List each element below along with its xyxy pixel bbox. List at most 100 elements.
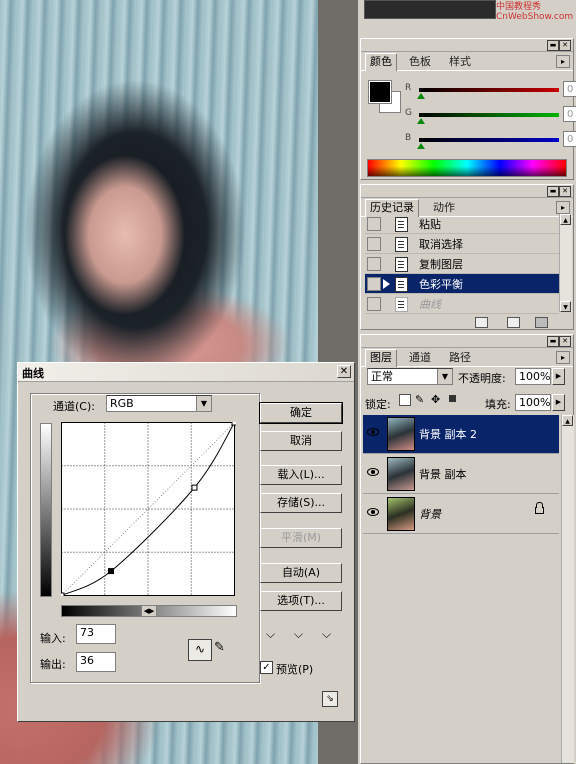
gray-eyedropper-icon[interactable]: ⌵ [294,627,308,641]
panel-menu-icon[interactable]: ▸ [556,201,570,214]
ok-button[interactable]: 确定 [259,402,343,424]
lock-move-icon[interactable]: ✥ [431,393,440,406]
layer-row[interactable]: 背景 副本 [363,455,559,494]
history-item-label: 曲线 [419,298,441,311]
close-icon[interactable]: ✕ [559,186,571,197]
lock-transparency-icon[interactable] [399,394,411,406]
layers-scrollbar[interactable]: ▲ [561,415,574,763]
chevron-down-icon[interactable]: ▼ [196,396,211,411]
input-field[interactable]: 73 [76,624,116,644]
chevron-down-icon[interactable]: ▼ [437,369,452,384]
scroll-down-icon[interactable]: ▼ [560,301,571,312]
layer-name[interactable]: 背景 副本 [419,466,467,482]
close-icon[interactable]: ✕ [559,336,571,347]
slider-red-value[interactable]: 0 [563,81,576,97]
visibility-eye-icon[interactable] [365,506,381,520]
tab-swatches[interactable]: 色板 [405,54,435,69]
color-spectrum[interactable] [367,159,567,177]
history-item-label: 色彩平衡 [419,278,463,291]
blend-mode-value: 正常 [371,370,393,383]
tab-layers[interactable]: 图层 [365,349,397,367]
close-icon[interactable]: ✕ [337,365,351,378]
layer-name[interactable]: 背景 [419,506,441,522]
preview-label[interactable]: 预览(P) [276,661,313,677]
slider-blue-thumb[interactable] [417,143,425,149]
preview-checkbox[interactable]: ✓ [260,661,273,674]
panel-menu-icon[interactable]: ▸ [556,55,570,68]
smooth-button[interactable]: 平滑(M) [260,528,342,548]
layer-name[interactable]: 背景 副本 2 [419,426,477,442]
blend-mode-select[interactable]: 正常 ▼ [367,368,453,385]
gradient-toggle-icon[interactable]: ◀▶ [141,605,157,617]
history-item[interactable]: 取消选择 [365,234,559,254]
save-button[interactable]: 存储(S)... [260,493,342,513]
slider-green-thumb[interactable] [417,118,425,124]
history-item[interactable]: 复制图层 [365,254,559,274]
layer-thumbnail [387,497,415,531]
visibility-eye-icon[interactable] [365,466,381,480]
opacity-arrow-icon[interactable]: ▶ [552,368,565,385]
minimize-icon[interactable]: ▬ [547,186,559,197]
history-item[interactable]: 粘贴 [365,214,559,234]
tab-paths[interactable]: 路径 [445,350,475,365]
slider-red-thumb[interactable] [417,93,425,99]
channel-label: 通道(C): [50,398,98,414]
opacity-input[interactable]: 100% [515,368,551,385]
layers-panel-titlebar: ▬ ✕ [361,335,573,348]
history-item-dimmed[interactable]: 曲线 [365,294,559,314]
lock-all-icon[interactable] [449,395,456,402]
minimize-icon[interactable]: ▬ [547,336,559,347]
load-button[interactable]: 载入(L)... [260,465,342,485]
camera-icon[interactable] [507,317,520,328]
curve-point [61,592,65,596]
scroll-up-icon[interactable]: ▲ [560,214,571,225]
black-eyedropper-icon[interactable]: ⌵ [266,627,280,641]
history-scrollbar[interactable]: ▲ ▼ [559,214,572,312]
output-field[interactable]: 36 [76,652,116,672]
layer-row[interactable]: 背景 [363,495,559,534]
history-item-selected[interactable]: 色彩平衡 [365,274,559,294]
layers-panel-tabs: 图层 通道 路径 ▸ [361,348,573,367]
curve-tool-icon[interactable]: ∿ [188,639,212,661]
panel-menu-icon[interactable]: ▸ [556,351,570,364]
tab-actions[interactable]: 动作 [429,200,459,215]
lock-brush-icon[interactable]: ✎ [415,393,424,406]
slider-blue-label: B [405,133,412,143]
navigator-strip: 中国教程秀 CnWebShow.com [358,0,576,30]
pencil-icon[interactable]: ✎ [214,640,225,655]
tab-channels[interactable]: 通道 [405,350,435,365]
navigator-thumbnail[interactable] [364,0,496,19]
fill-arrow-icon[interactable]: ▶ [552,394,565,411]
layer-row-selected[interactable]: 背景 副本 2 [363,415,559,454]
slider-green-value[interactable]: 0 [563,106,576,122]
history-snapshot-checkbox[interactable] [367,257,381,271]
close-icon[interactable]: ✕ [559,40,571,51]
slider-blue-track[interactable] [419,138,559,142]
tab-styles[interactable]: 样式 [445,54,475,69]
fill-input[interactable]: 100% [515,394,551,411]
foreground-color-swatch[interactable] [368,80,392,104]
history-snapshot-checkbox[interactable] [367,277,381,291]
cancel-button[interactable]: 取消 [260,431,342,451]
tab-color[interactable]: 颜色 [365,53,397,71]
history-state-pointer-icon[interactable] [383,279,390,289]
slider-blue-value[interactable]: 0 [563,131,576,147]
scroll-up-icon[interactable]: ▲ [562,415,573,426]
slider-red-track[interactable] [419,88,559,92]
history-snapshot-checkbox[interactable] [367,297,381,311]
slider-green-track[interactable] [419,113,559,117]
minimize-icon[interactable]: ▬ [547,40,559,51]
lock-label: 锁定: [365,398,391,411]
auto-button[interactable]: 自动(A) [260,563,342,583]
options-button[interactable]: 选项(T)... [260,591,342,611]
new-document-from-state-icon[interactable] [475,317,488,328]
trash-icon[interactable] [535,317,548,328]
history-snapshot-checkbox[interactable] [367,237,381,251]
history-snapshot-checkbox[interactable] [367,217,381,231]
expand-view-icon[interactable]: ⇘ [322,691,338,707]
visibility-eye-icon[interactable] [365,426,381,440]
channel-select[interactable]: RGB ▼ [106,395,212,412]
white-eyedropper-icon[interactable]: ⌵ [322,627,336,641]
curve-graph[interactable] [61,422,236,596]
document-icon [395,277,408,292]
